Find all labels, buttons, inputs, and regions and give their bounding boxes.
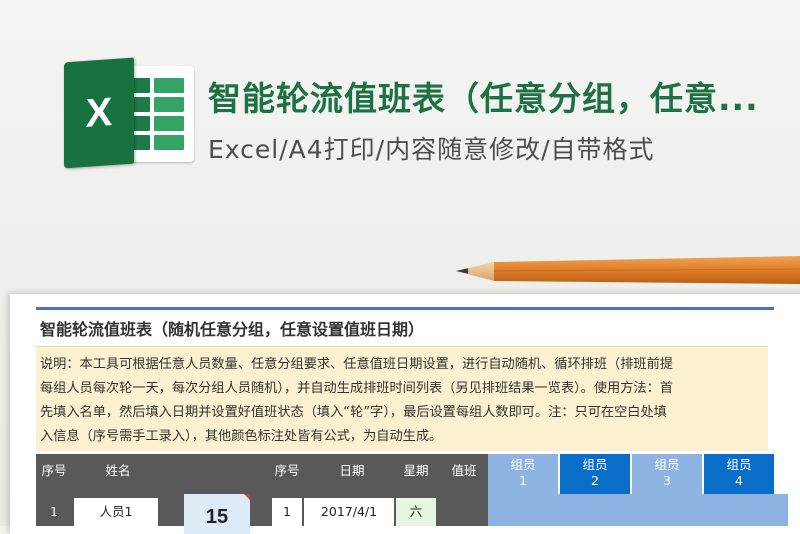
description-line-3: 先填入名单，然后填入日期并设置好值班状态（填入“轮”字），最后设置每组人数即可。… — [40, 405, 667, 420]
header-seq: 序号 — [41, 463, 67, 478]
description-line-1: 说明：本工具可根据任意人员数量、任意分组要求、任意值班日期设置，进行自动随机、循… — [40, 357, 673, 372]
spreadsheet-preview: 智能轮流值班表（随机任意分组，任意设置值班日期） 说明：本工具可根据任意人员数量… — [10, 294, 800, 534]
group-number: 1 — [519, 473, 527, 488]
header-name: 姓名 — [105, 463, 131, 478]
description-line-2: 每组人员每次轮一天，每次分组人员随机），并自动生成排班时间列表（另见排班结果一览… — [40, 381, 673, 396]
group-number: 4 — [735, 473, 743, 488]
group-label: 组员 — [726, 457, 752, 472]
group-header-1: 组员 1 — [488, 454, 558, 494]
group-header-3: 组员 3 — [632, 454, 702, 494]
group-header-4: 组员 4 — [704, 454, 774, 494]
description-line-4: 入信息（序号需手工录入），其他颜色标注处皆有公式，为自动生成。 — [40, 429, 443, 444]
calendar-day: 15 — [184, 494, 250, 534]
cell-seq-2[interactable]: 1 — [272, 498, 302, 526]
group-number: 2 — [591, 473, 599, 488]
logo-badge: X — [64, 57, 134, 169]
group-row-fill — [488, 494, 788, 526]
sheet-title: 智能轮流值班表（随机任意分组，任意设置值班日期） — [40, 320, 425, 339]
banner-title: 智能轮流值班表（任意分组，任意... — [208, 79, 759, 118]
header-seq-2: 序号 — [274, 463, 300, 478]
cell-weekday: 六 — [396, 498, 436, 526]
cell-seq: 1 — [50, 504, 58, 519]
group-header-2: 组员 2 — [560, 454, 630, 494]
comment-marker — [244, 494, 250, 500]
banner-subtitle: Excel/A4打印/内容随意修改/自带格式 — [208, 135, 655, 164]
group-label: 组员 — [582, 457, 608, 472]
header-date: 日期 — [339, 463, 365, 478]
cell-date[interactable]: 2017/4/1 — [304, 498, 394, 526]
sheet-area: 智能轮流值班表（随机任意分组，任意设置值班日期） 说明：本工具可根据任意人员数量… — [36, 294, 800, 534]
excel-logo-icon: X — [64, 57, 196, 169]
cell-name[interactable]: 人员1 — [74, 498, 158, 526]
title-underline — [36, 307, 774, 310]
group-label: 组员 — [510, 457, 536, 472]
group-number: 3 — [663, 473, 671, 488]
pencil-icon — [456, 256, 800, 284]
group-label: 组员 — [654, 457, 680, 472]
description-box: 说明：本工具可根据任意人员数量、任意分组要求、任意值班日期设置，进行自动随机、循… — [36, 346, 768, 451]
header-weekday: 星期 — [403, 463, 429, 478]
header-duty: 值班 — [451, 463, 477, 478]
